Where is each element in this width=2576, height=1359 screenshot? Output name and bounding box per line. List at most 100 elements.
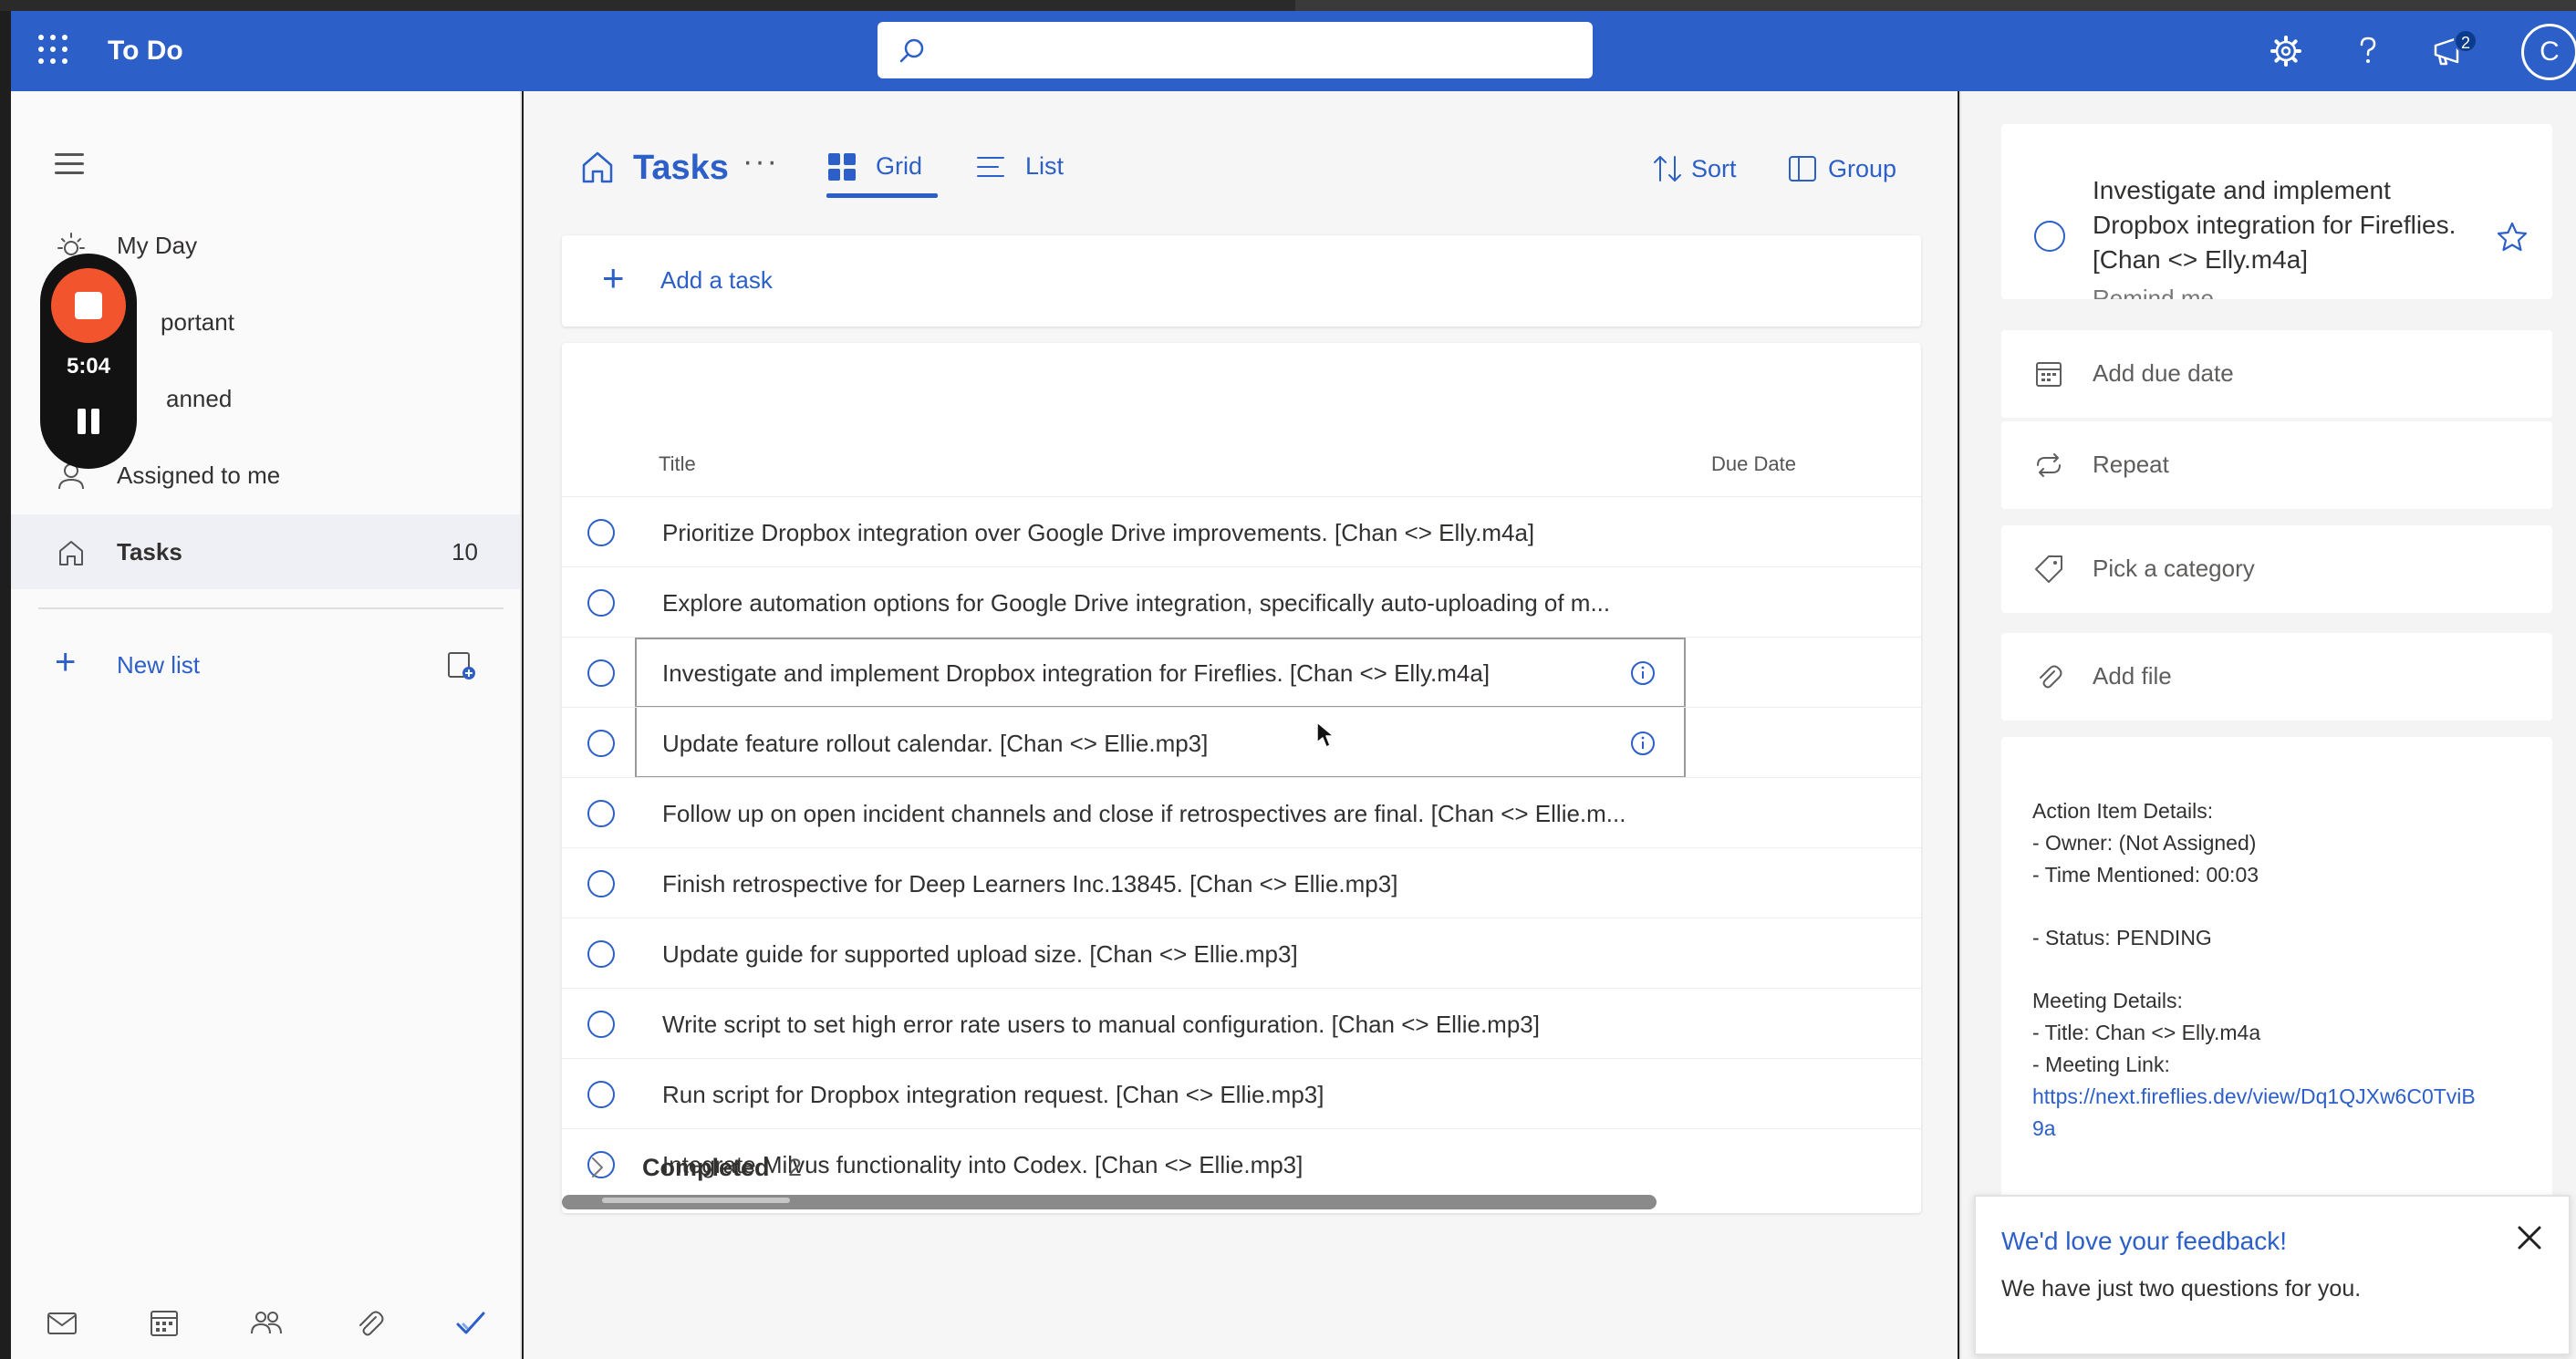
task-title[interactable]: Finish retrospective for Deep Learners I… [662, 868, 1397, 899]
hamburger-menu-icon[interactable] [55, 151, 86, 179]
add-task-input[interactable]: + Add a task [562, 235, 1921, 327]
task-title[interactable]: Write script to set high error rate user… [662, 1009, 1540, 1040]
search-icon [899, 38, 924, 63]
sidebar-item-label: Tasks [117, 538, 182, 565]
notes-line: - Owner: (Not Assigned) [2032, 831, 2257, 855]
info-icon[interactable] [1629, 730, 1657, 757]
sort-icon [1654, 156, 1681, 182]
table-row[interactable]: Follow up on open incident channels and … [562, 777, 1921, 847]
task-count-badge: 10 [452, 538, 478, 565]
people-icon[interactable] [248, 1304, 285, 1341]
settings-button[interactable] [2262, 27, 2310, 75]
help-button[interactable] [2344, 27, 2392, 75]
stop-recording-button[interactable] [51, 268, 126, 343]
search-box[interactable] [878, 22, 1593, 78]
task-title[interactable]: Investigate and implement Dropbox integr… [662, 658, 1490, 689]
info-icon[interactable] [1629, 659, 1657, 687]
sort-label: Sort [1691, 155, 1737, 182]
completed-label: Completed [642, 1154, 770, 1181]
pick-category-button[interactable]: Pick a category [2001, 525, 2552, 613]
completed-section-toggle[interactable]: Completed 2 [562, 1133, 1921, 1202]
complete-task-checkbox[interactable] [587, 870, 615, 897]
meeting-link-continued[interactable]: 9a [2032, 1113, 2056, 1144]
active-tab-indicator [826, 193, 938, 198]
home-icon [59, 541, 83, 565]
task-title[interactable]: Prioritize Dropbox integration over Goog… [662, 517, 1534, 548]
notifications-button[interactable]: 2 [2426, 27, 2477, 75]
table-row[interactable]: Prioritize Dropbox integration over Goog… [562, 496, 1921, 566]
more-options-button[interactable]: ··· [743, 144, 779, 180]
list-icon [977, 157, 1004, 177]
mail-icon[interactable] [44, 1304, 80, 1341]
search-input[interactable] [941, 31, 1571, 69]
screen-top-strip [0, 0, 2576, 11]
complete-task-checkbox[interactable] [587, 1081, 615, 1108]
task-detail-title-card: Investigate and implement Dropbox integr… [2001, 124, 2552, 299]
feedback-title[interactable]: We'd love your feedback! [2001, 1224, 2287, 1259]
complete-task-checkbox[interactable] [587, 659, 615, 687]
list-header: Tasks ··· Grid List Sort Group [524, 91, 1958, 210]
add-task-label: Add a task [660, 266, 773, 294]
complete-task-checkbox[interactable] [587, 1011, 615, 1038]
calendar-app-icon[interactable] [146, 1304, 182, 1341]
task-title[interactable]: Update feature rollout calendar. [Chan <… [662, 728, 1208, 759]
table-row[interactable]: Update guide for supported upload size. … [562, 918, 1921, 988]
scrollbar-thumb[interactable] [602, 1198, 790, 1203]
sidebar-item-tasks[interactable]: Tasks 10 [11, 514, 520, 589]
task-notes[interactable]: Action Item Details: - Owner: (Not Assig… [2001, 737, 2552, 1202]
repeat-button[interactable]: Repeat [2001, 421, 2552, 509]
group-button[interactable]: Group [1788, 150, 1906, 188]
new-list-label: New list [117, 651, 201, 679]
complete-task-checkbox[interactable] [587, 589, 615, 617]
notification-badge: 2 [2454, 29, 2477, 53]
tab-list[interactable]: List [976, 144, 1085, 197]
feedback-subtitle: We have just two questions for you. [2001, 1276, 2362, 1302]
task-detail-title[interactable]: Investigate and implement Dropbox integr… [2093, 173, 2485, 277]
remind-me-label[interactable]: Remind me [2093, 285, 2214, 299]
table-row[interactable]: Explore automation options for Google Dr… [562, 566, 1921, 637]
table-row[interactable]: Run script for Dropbox integration reque… [562, 1058, 1921, 1128]
complete-task-checkbox[interactable] [587, 730, 615, 757]
page-title: Tasks [633, 149, 729, 187]
column-header-title[interactable]: Title [659, 451, 696, 478]
waffle-icon[interactable] [38, 35, 71, 67]
horizontal-scrollbar[interactable] [562, 1195, 1657, 1209]
table-row-hovered[interactable]: Update feature rollout calendar. [Chan <… [562, 707, 1921, 778]
star-icon[interactable] [2494, 219, 2530, 255]
sort-button[interactable]: Sort [1651, 150, 1751, 188]
group-label: Group [1828, 155, 1897, 182]
task-title[interactable]: Follow up on open incident channels and … [662, 798, 1626, 829]
tab-grid[interactable]: Grid [826, 144, 938, 198]
add-file-button[interactable]: Add file [2001, 633, 2552, 721]
screen-recorder-widget: 5:04 [40, 254, 137, 469]
table-row-selected[interactable]: Investigate and implement Dropbox integr… [562, 637, 1921, 708]
add-due-date-button[interactable]: Add due date [2001, 330, 2552, 418]
notes-line: Action Item Details: [2032, 799, 2214, 823]
attachment-icon[interactable] [350, 1304, 387, 1341]
add-due-date-label: Add due date [2093, 359, 2234, 387]
pause-icon[interactable] [72, 403, 105, 440]
avatar[interactable]: C [2521, 24, 2576, 80]
complete-task-checkbox[interactable] [587, 519, 615, 546]
new-group-icon[interactable] [445, 649, 478, 682]
todo-check-icon[interactable] [452, 1304, 489, 1341]
table-row[interactable]: Write script to set high error rate user… [562, 988, 1921, 1058]
task-title[interactable]: Update guide for supported upload size. … [662, 939, 1298, 970]
task-title[interactable]: Explore automation options for Google Dr… [662, 587, 1610, 618]
app-title: To Do [108, 36, 183, 66]
feedback-toast: We'd love your feedback! We have just tw… [1974, 1195, 2571, 1355]
complete-task-checkbox[interactable] [587, 940, 615, 968]
close-icon[interactable] [2514, 1222, 2545, 1253]
notes-line: Meeting Details: [2032, 989, 2183, 1012]
tag-icon [2035, 555, 2062, 583]
column-header-due-date[interactable]: Due Date [1711, 451, 1796, 478]
meeting-link[interactable]: https://next.fireflies.dev/view/Dq1QJXw6… [2032, 1081, 2476, 1112]
main-content: Tasks ··· Grid List Sort Group + Add a t… [524, 91, 1958, 1359]
new-list-button[interactable]: + New list [11, 628, 520, 700]
attachment-icon [2040, 665, 2062, 689]
stop-icon [75, 292, 102, 319]
task-title[interactable]: Run script for Dropbox integration reque… [662, 1079, 1324, 1110]
complete-task-checkbox[interactable] [587, 800, 615, 827]
table-row[interactable]: Finish retrospective for Deep Learners I… [562, 847, 1921, 918]
complete-task-checkbox[interactable] [2034, 221, 2065, 252]
